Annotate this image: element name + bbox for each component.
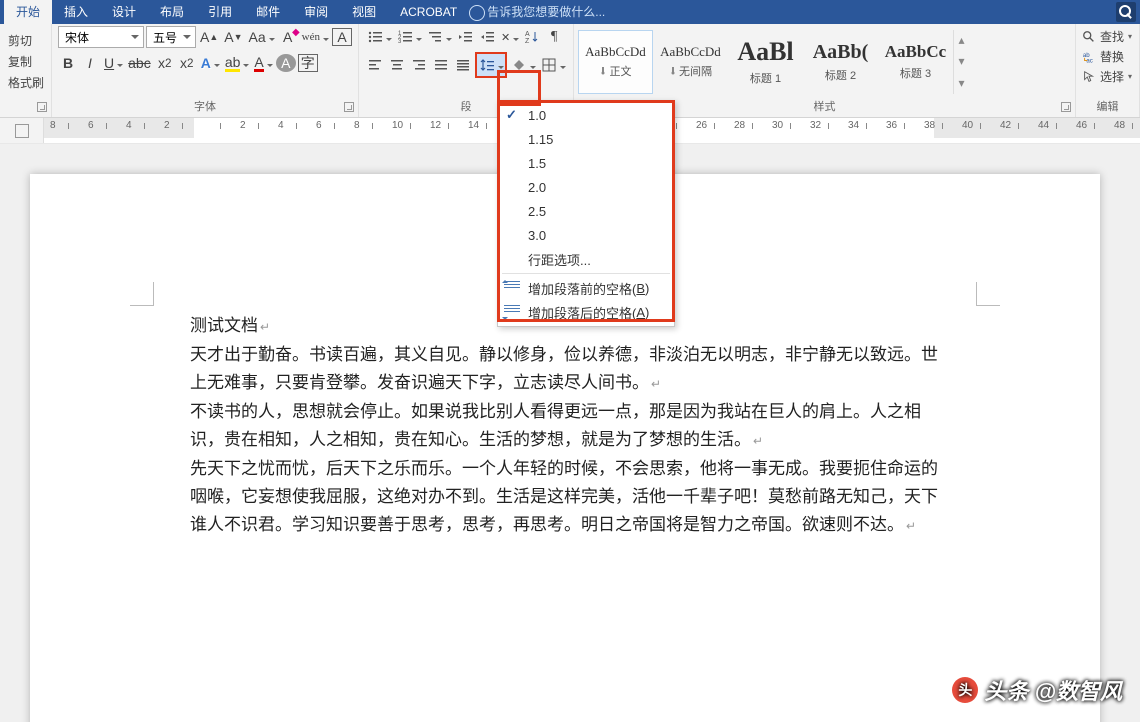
clipboard-dialog-launcher[interactable] — [37, 102, 47, 112]
superscript-button[interactable]: x2 — [177, 52, 197, 74]
sort-button[interactable]: AZ — [522, 26, 542, 48]
bold-button[interactable]: B — [58, 52, 78, 74]
font-dialog-launcher[interactable] — [344, 102, 354, 112]
style-标题 3[interactable]: AaBbCc标题 3 — [878, 30, 953, 94]
cut-button[interactable]: 剪切 — [8, 32, 32, 49]
space-before-icon — [504, 281, 520, 295]
tab-view[interactable]: 视图 — [340, 0, 388, 24]
shrink-font-button[interactable]: A▼ — [222, 26, 244, 48]
char-border-button[interactable]: A — [332, 28, 352, 46]
search-icon[interactable] — [1116, 2, 1136, 22]
ribbon-tabs: 开始 插入 设计 布局 引用 邮件 审阅 视图 ACROBAT 告诉我您想要做什… — [0, 0, 1140, 24]
tab-references[interactable]: 引用 — [196, 0, 244, 24]
format-painter-button[interactable]: 格式刷 — [8, 74, 44, 91]
text-effects-button[interactable]: A — [199, 52, 221, 74]
tab-home[interactable]: 开始 — [4, 0, 52, 24]
change-case-button[interactable]: Aa — [247, 26, 276, 48]
tab-acrobat[interactable]: ACROBAT — [388, 0, 469, 24]
paragraph[interactable]: 天才出于勤奋。书读百遍，其义自见。静以修身，俭以养德，非淡泊无以明志，非宁静无以… — [190, 341, 940, 398]
line-spacing-2.5[interactable]: 2.5 — [498, 199, 674, 223]
borders-button[interactable] — [539, 54, 567, 76]
font-family-combo[interactable]: 宋体 — [58, 26, 144, 48]
space-after-icon — [504, 305, 520, 319]
strikethrough-button[interactable]: abc — [126, 52, 153, 74]
asian-layout-button[interactable]: ✕ — [499, 26, 520, 48]
line-spacing-3.0[interactable]: 3.0 — [498, 223, 674, 247]
shading-button[interactable] — [509, 54, 537, 76]
tab-mailings[interactable]: 邮件 — [244, 0, 292, 24]
highlight-button[interactable]: ab — [223, 52, 251, 74]
tab-selector[interactable] — [0, 118, 44, 143]
style-无间隔[interactable]: AaBbCcDd无间隔 — [653, 30, 728, 94]
select-button[interactable]: 选择▾ — [1082, 68, 1132, 85]
line-spacing-options[interactable]: 行距选项... — [498, 247, 674, 271]
bullets-button[interactable] — [365, 26, 393, 48]
replace-button[interactable]: abac替换 — [1082, 48, 1124, 65]
multilevel-list-button[interactable] — [425, 26, 453, 48]
svg-text:Z: Z — [525, 38, 530, 45]
styles-dialog-launcher[interactable] — [1061, 102, 1071, 112]
add-space-before[interactable]: 增加段落前的空格(B) — [498, 276, 674, 300]
italic-button[interactable]: I — [80, 52, 100, 74]
underline-button[interactable]: U — [102, 52, 124, 74]
align-left-button[interactable] — [365, 54, 385, 76]
line-spacing-1.15[interactable]: 1.15 — [498, 127, 674, 151]
clear-format-button[interactable]: A◆ — [278, 26, 298, 48]
tab-design[interactable]: 设计 — [100, 0, 148, 24]
grow-font-button[interactable]: A▲ — [198, 26, 220, 48]
styles-group-label: 样式 — [813, 101, 835, 113]
group-editing: 查找▾ abac替换 选择▾ 编辑 — [1076, 24, 1140, 117]
menu-separator — [502, 273, 670, 274]
subscript-button[interactable]: x2 — [155, 52, 175, 74]
style-标题 1[interactable]: AaBl标题 1 — [728, 30, 803, 94]
line-spacing-menu: 1.0 1.15 1.5 2.0 2.5 3.0 行距选项... 增加段落前的空… — [497, 100, 675, 327]
decrease-indent-button[interactable] — [455, 26, 475, 48]
style-正文[interactable]: AaBbCcDd正文 — [578, 30, 653, 94]
tab-insert[interactable]: 插入 — [52, 0, 100, 24]
margin-corner-icon — [976, 282, 1000, 306]
distributed-button[interactable] — [453, 54, 473, 76]
svg-text:3: 3 — [398, 39, 402, 45]
font-size-combo[interactable]: 五号 — [146, 26, 196, 48]
align-right-button[interactable] — [409, 54, 429, 76]
line-spacing-2.0[interactable]: 2.0 — [498, 175, 674, 199]
group-clipboard: 剪切 复制 格式刷 — [0, 24, 52, 117]
svg-text:A: A — [525, 31, 530, 38]
margin-corner-icon — [130, 282, 154, 306]
editing-group-label: 编辑 — [1097, 101, 1119, 113]
group-font: 宋体 五号 A▲ A▼ Aa A◆ wén A B I U abc x2 x2 … — [52, 24, 359, 117]
numbering-button[interactable]: 123 — [395, 26, 423, 48]
add-space-after[interactable]: 增加段落后的空格(A) — [498, 300, 674, 324]
copy-button[interactable]: 复制 — [8, 53, 32, 70]
tab-review[interactable]: 审阅 — [292, 0, 340, 24]
document-body[interactable]: 测试文档 天才出于勤奋。书读百遍，其义自见。静以修身，俭以养德，非淡泊无以明志，… — [190, 312, 940, 540]
line-spacing-1.0[interactable]: 1.0 — [498, 103, 674, 127]
justify-button[interactable] — [431, 54, 451, 76]
find-button[interactable]: 查找▾ — [1082, 28, 1132, 45]
paragraph[interactable]: 不读书的人，思想就会停止。如果说我比别人看得更远一点，那是因为我站在巨人的肩上。… — [190, 398, 940, 455]
paragraph[interactable]: 先天下之忧而忧，后天下之乐而乐。一个人年轻的时候，不会思索，他将一事无成。我要扼… — [190, 455, 940, 540]
show-marks-button[interactable]: ¶ — [544, 26, 564, 48]
font-color-button[interactable]: A — [252, 52, 273, 74]
tell-me[interactable]: 告诉我您想要做什么... — [469, 0, 617, 24]
phonetic-guide-button[interactable]: wén — [300, 26, 330, 48]
align-center-button[interactable] — [387, 54, 407, 76]
svg-text:ac: ac — [1086, 57, 1092, 64]
font-group-label: 字体 — [194, 101, 216, 113]
increase-indent-button[interactable] — [477, 26, 497, 48]
enclose-char-button[interactable]: 字 — [298, 54, 318, 72]
paragraph-group-label: 段 — [460, 101, 471, 113]
tab-layout[interactable]: 布局 — [148, 0, 196, 24]
watermark-logo-icon — [952, 677, 978, 703]
watermark: 头条 @数智风 — [952, 674, 1122, 706]
styles-gallery-more[interactable]: ▴▾▾ — [953, 30, 969, 94]
char-shading-button[interactable]: A — [276, 54, 296, 72]
style-标题 2[interactable]: AaBb(标题 2 — [803, 30, 878, 94]
line-spacing-button[interactable] — [475, 52, 507, 78]
line-spacing-1.5[interactable]: 1.5 — [498, 151, 674, 175]
